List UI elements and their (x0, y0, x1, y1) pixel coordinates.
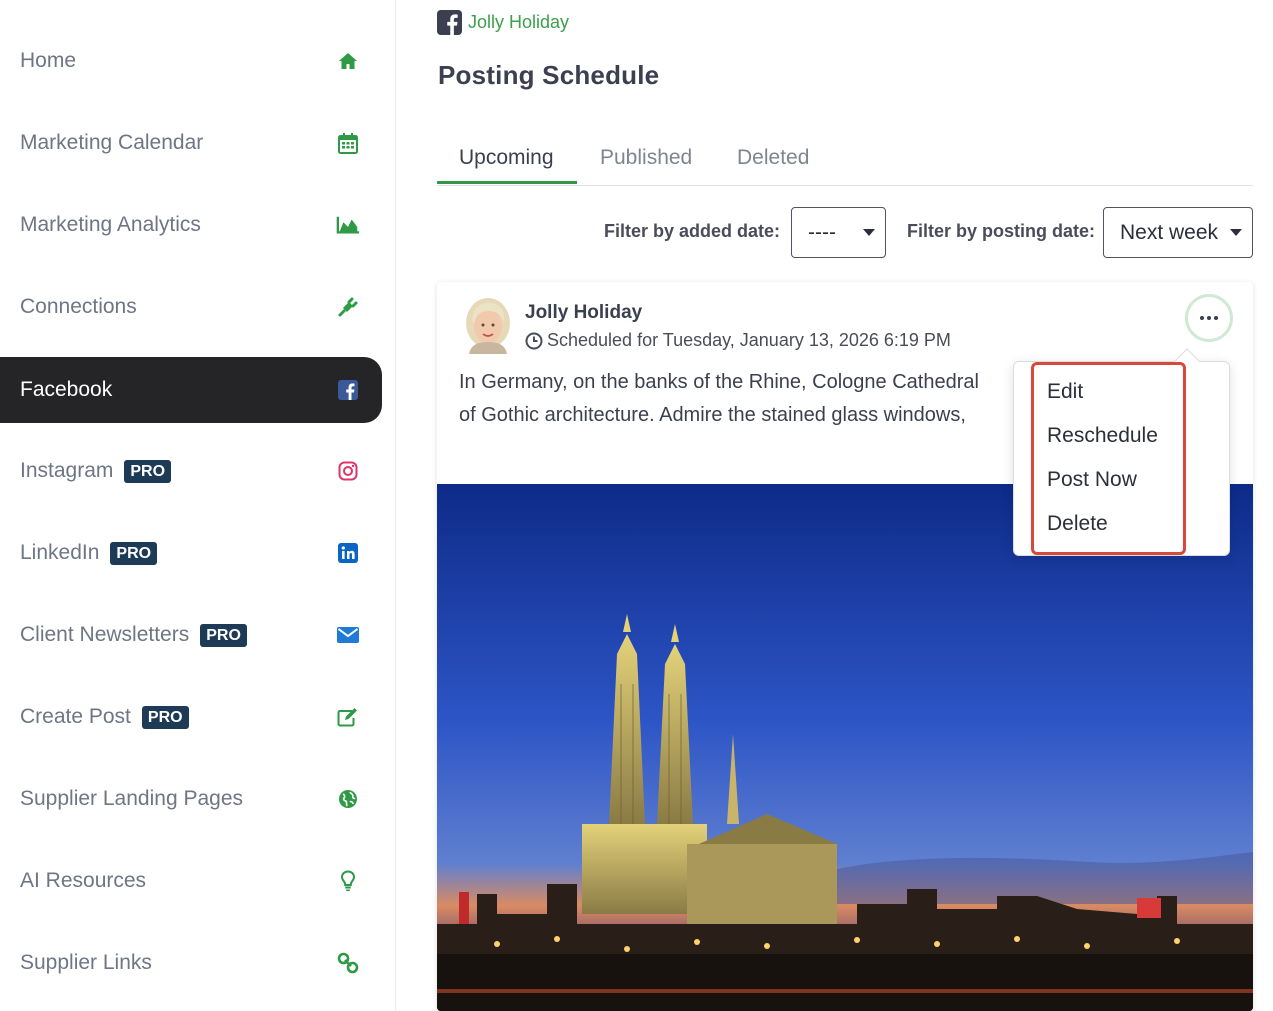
sidebar-item-label: Create Post (20, 705, 131, 728)
tab-published[interactable]: Published (600, 130, 692, 186)
post-options-menu: Edit Reschedule Post Now Delete (1013, 348, 1230, 556)
envelope-icon (336, 623, 360, 647)
filter-added-date-select[interactable]: ---- (791, 207, 886, 258)
sidebar-item-client-newsletters[interactable]: Client Newsletters PRO (0, 602, 382, 668)
sidebar-item-facebook[interactable]: Facebook (0, 357, 382, 423)
filter-added-date-value: ---- (808, 220, 836, 244)
sidebar-item-label: Facebook (20, 378, 113, 401)
post-body-line: In Germany, on the banks of the Rhine, C… (459, 371, 979, 393)
sidebar-item-home[interactable]: Home (0, 28, 382, 94)
tab-upcoming[interactable]: Upcoming (459, 130, 554, 186)
scheduled-time: Scheduled for Tuesday, January 13, 2026 … (525, 330, 951, 351)
sidebar-item-marketing-calendar[interactable]: Marketing Calendar (0, 110, 382, 176)
breadcrumb[interactable]: Jolly Holiday (437, 10, 569, 35)
filter-posting-date-select[interactable]: Next week (1103, 207, 1253, 258)
sidebar-item-create-post[interactable]: Create Post PRO (0, 684, 382, 750)
facebook-icon (336, 378, 360, 402)
post-author: Jolly Holiday (525, 302, 643, 323)
pro-badge: PRO (200, 623, 247, 647)
post-body: In Germany, on the banks of the Rhine, C… (459, 366, 1019, 432)
lightbulb-icon (336, 869, 360, 893)
pro-badge: PRO (141, 705, 189, 729)
sidebar-item-supplier-links[interactable]: Supplier Links (0, 930, 382, 996)
sidebar-item-marketing-analytics[interactable]: Marketing Analytics (0, 192, 382, 258)
plug-icon (336, 295, 360, 319)
linkedin-icon (336, 541, 360, 565)
sidebar-item-label: Home (20, 49, 77, 72)
avatar (463, 296, 513, 354)
sidebar-item-label: Marketing Calendar (20, 131, 204, 154)
sidebar-item-instagram[interactable]: Instagram PRO (0, 438, 382, 504)
post-body-line: of Gothic architecture. Admire the stain… (459, 404, 966, 426)
filter-posting-date-value: Next week (1120, 220, 1219, 244)
menu-item-reschedule[interactable]: Reschedule (1047, 424, 1158, 448)
sidebar-item-ai-resources[interactable]: AI Resources (0, 848, 382, 914)
caret-down-icon (863, 229, 875, 236)
facebook-icon (437, 10, 462, 35)
sidebar-item-supplier-landing-pages[interactable]: Supplier Landing Pages (0, 766, 382, 832)
more-options-button[interactable] (1185, 294, 1233, 342)
pro-badge: PRO (110, 541, 158, 565)
sidebar-item-label: Supplier Landing Pages (20, 787, 244, 810)
edit-icon (336, 705, 360, 729)
sidebar-item-label: Marketing Analytics (20, 213, 201, 236)
sidebar: Home Marketing Calendar Marketing Analyt… (0, 0, 396, 1011)
instagram-icon (336, 459, 360, 483)
breadcrumb-link[interactable]: Jolly Holiday (468, 12, 569, 33)
filter-added-date-label: Filter by added date: (604, 221, 781, 241)
home-icon (336, 49, 360, 73)
filter-posting-date-label: Filter by posting date: (907, 221, 1096, 241)
tab-deleted[interactable]: Deleted (737, 130, 809, 186)
globe-icon (336, 787, 360, 811)
link-icon (336, 951, 360, 975)
sidebar-item-connections[interactable]: Connections (0, 274, 382, 340)
sidebar-item-label: AI Resources (20, 869, 147, 892)
sidebar-item-label: Instagram (20, 459, 114, 482)
menu-item-delete[interactable]: Delete (1047, 512, 1108, 536)
caret-down-icon (1230, 229, 1242, 236)
scheduled-text: Scheduled for Tuesday, January 13, 2026 … (547, 330, 951, 350)
active-tab-indicator (437, 181, 577, 184)
pro-badge: PRO (124, 459, 172, 483)
tab-bar: Upcoming Published Deleted (437, 130, 1253, 186)
sidebar-item-label: Client Newsletters (20, 623, 190, 646)
area-chart-icon (336, 213, 360, 237)
calendar-icon (336, 131, 360, 155)
clock-icon (525, 332, 543, 349)
sidebar-item-linkedin[interactable]: LinkedIn PRO (0, 520, 382, 586)
sidebar-item-label: Connections (20, 295, 137, 318)
menu-item-post-now[interactable]: Post Now (1047, 468, 1137, 492)
sidebar-item-label: LinkedIn (20, 541, 100, 564)
page-title: Posting Schedule (438, 60, 660, 90)
menu-item-edit[interactable]: Edit (1047, 380, 1083, 404)
sidebar-item-label: Supplier Links (20, 951, 152, 974)
post-image (437, 484, 1253, 1011)
